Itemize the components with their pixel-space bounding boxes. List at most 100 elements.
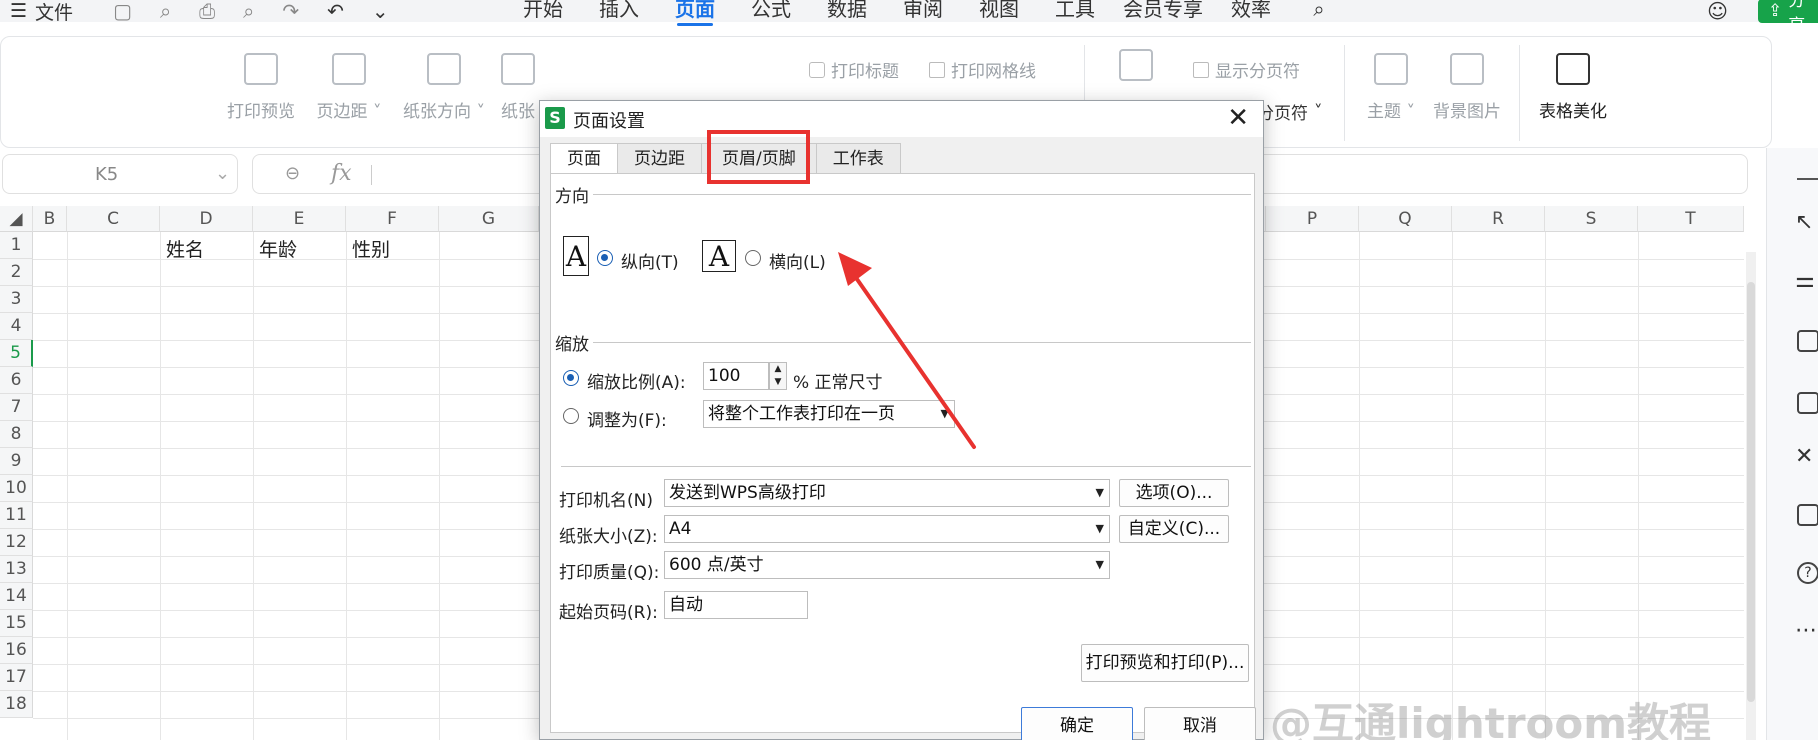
print-icon[interactable]: ⎙ <box>199 0 215 23</box>
theme-button[interactable]: 主题 ˅ <box>1363 53 1419 122</box>
tab-page[interactable]: 页面 <box>550 143 618 175</box>
row-header[interactable]: 6 <box>0 367 33 394</box>
chevron-down-icon[interactable]: ⌄ <box>215 163 230 184</box>
printer-select[interactable]: 发送到WPS高级打印 ▼ <box>664 479 1110 507</box>
undo-icon[interactable]: ↶ <box>327 0 344 23</box>
select-all-corner[interactable]: ◢ <box>0 206 33 232</box>
column-header[interactable]: E <box>253 206 346 232</box>
crop-icon[interactable] <box>1797 330 1818 352</box>
print-preview-button[interactable]: 打印预览 <box>225 53 297 122</box>
tab-tools[interactable]: 工具 <box>1037 0 1113 21</box>
help-icon[interactable]: ? <box>1797 562 1818 584</box>
scale-ratio-label[interactable]: 缩放比例(A): <box>587 368 686 393</box>
fit-to-select[interactable]: 将整个工作表打印在一页 ▼ <box>703 400 955 428</box>
row-header[interactable]: 16 <box>0 637 33 664</box>
spin-down-icon[interactable]: ▼ <box>770 376 786 389</box>
paper-size-button[interactable]: 纸张 <box>501 53 539 122</box>
tab-insert[interactable]: 插入 <box>581 0 657 21</box>
search-icon[interactable]: ⌕ <box>1289 0 1349 21</box>
scrollbar-thumb[interactable] <box>1747 282 1755 702</box>
background-image-button[interactable]: 背景图片 <box>1429 53 1505 122</box>
collapse-icon[interactable] <box>1797 178 1818 180</box>
tab-data[interactable]: 数据 <box>809 0 885 21</box>
sliders-icon[interactable]: ⚌ <box>1795 268 1817 293</box>
file-menu[interactable]: ☰ 文件 <box>0 0 73 25</box>
row-header[interactable]: 18 <box>0 691 33 718</box>
tab-member[interactable]: 会员专享 <box>1113 0 1213 21</box>
printer-options-button[interactable]: 选项(O)... <box>1119 479 1229 507</box>
tab-efficiency[interactable]: 效率 <box>1213 0 1289 21</box>
zoom-icon[interactable]: ⊖ <box>285 163 300 184</box>
tab-review[interactable]: 审阅 <box>885 0 961 21</box>
close-icon[interactable]: ✕ <box>1227 103 1249 133</box>
chat-icon[interactable]: ☺ <box>1707 0 1728 23</box>
column-header[interactable]: R <box>1452 206 1545 232</box>
chart-icon[interactable] <box>1797 392 1818 414</box>
save-icon[interactable]: ▢ <box>113 0 132 23</box>
paper-size-select[interactable]: A4 ▼ <box>664 515 1110 543</box>
scale-spinner[interactable]: ▲ ▼ <box>769 362 787 390</box>
spin-up-icon[interactable]: ▲ <box>770 363 786 376</box>
column-header[interactable]: Q <box>1359 206 1452 232</box>
tab-home[interactable]: 开始 <box>505 0 581 21</box>
column-header[interactable]: P <box>1266 206 1359 232</box>
row-header[interactable]: 10 <box>0 475 33 502</box>
custom-size-button[interactable]: 自定义(C)... <box>1119 515 1229 543</box>
landscape-label[interactable]: 横向(L) <box>769 248 826 273</box>
fit-to-label[interactable]: 调整为(F): <box>587 406 667 431</box>
column-header[interactable]: C <box>67 206 160 232</box>
row-header[interactable]: 13 <box>0 556 33 583</box>
row-header[interactable]: 1 <box>0 232 33 259</box>
landscape-radio[interactable] <box>745 250 761 266</box>
portrait-label[interactable]: 纵向(T) <box>621 248 679 273</box>
column-header[interactable]: F <box>346 206 439 232</box>
more-icon[interactable]: ⋯ <box>1795 618 1817 643</box>
start-page-input[interactable]: 自动 <box>664 591 808 619</box>
format-painter-icon[interactable]: ⌕ <box>160 0 171 23</box>
print-preview-and-print-button[interactable]: 打印预览和打印(P)... <box>1081 644 1249 682</box>
column-header[interactable]: B <box>33 206 67 232</box>
row-header[interactable]: 14 <box>0 583 33 610</box>
row-header[interactable]: 3 <box>0 286 33 313</box>
print-quality-select[interactable]: 600 点/英寸 ▼ <box>664 551 1110 579</box>
name-box[interactable]: K5 ⌄ <box>2 154 238 194</box>
book-icon[interactable] <box>1797 504 1818 526</box>
column-header[interactable]: S <box>1545 206 1638 232</box>
chevron-down-icon[interactable]: ⌄ <box>372 0 389 23</box>
page-break-preview-button[interactable] <box>1119 49 1153 93</box>
print-preview-icon[interactable]: ⌕ <box>243 0 254 23</box>
row-header[interactable]: 12 <box>0 529 33 556</box>
show-page-breaks-checkbox[interactable]: 显示分页符 <box>1193 57 1300 82</box>
column-header[interactable]: D <box>160 206 253 232</box>
row-header[interactable]: 15 <box>0 610 33 637</box>
row-header[interactable]: 11 <box>0 502 33 529</box>
vertical-scrollbar[interactable] <box>1746 252 1756 740</box>
column-header[interactable]: G <box>439 206 539 232</box>
scale-ratio-radio[interactable] <box>563 370 579 386</box>
row-header-selected[interactable]: 5 <box>0 340 33 367</box>
row-header[interactable]: 17 <box>0 664 33 691</box>
tools-icon[interactable]: ✕ <box>1795 444 1817 469</box>
portrait-radio[interactable] <box>597 250 613 266</box>
cell-f1[interactable]: 性别 <box>352 235 390 262</box>
tab-sheet[interactable]: 工作表 <box>815 143 901 173</box>
orientation-button[interactable]: 纸张方向 ˅ <box>399 53 489 122</box>
fit-to-radio[interactable] <box>563 408 579 424</box>
page-break-dropdown[interactable]: 分页符 ˅ <box>1257 99 1323 125</box>
ok-button[interactable]: 确定 <box>1021 707 1133 740</box>
table-beautify-button[interactable]: 表格美化 <box>1535 53 1611 122</box>
row-header[interactable]: 2 <box>0 259 33 286</box>
cell-d1[interactable]: 姓名 <box>166 235 204 262</box>
tab-margins[interactable]: 页边距 <box>617 143 702 173</box>
scale-ratio-input[interactable]: 100 <box>703 362 769 390</box>
print-gridlines-checkbox[interactable]: 打印网格线 <box>929 57 1036 82</box>
print-titles-button[interactable]: 打印标题 <box>809 57 899 82</box>
row-header[interactable]: 7 <box>0 394 33 421</box>
tab-view[interactable]: 视图 <box>961 0 1037 21</box>
share-button[interactable]: ⇪ 分享 <box>1758 0 1818 36</box>
cursor-icon[interactable]: ↖ <box>1795 210 1817 235</box>
redo-icon[interactable]: ↷ <box>282 0 299 23</box>
tab-page[interactable]: 页面 <box>657 0 733 26</box>
row-header[interactable]: 4 <box>0 313 33 340</box>
row-header[interactable]: 9 <box>0 448 33 475</box>
